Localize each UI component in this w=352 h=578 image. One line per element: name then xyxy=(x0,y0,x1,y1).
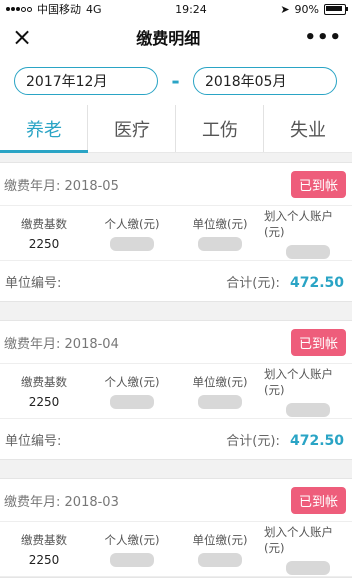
employer-column: 单位缴(元) xyxy=(176,364,264,418)
column-header: 个人缴(元) xyxy=(104,216,160,231)
tab-label: 工伤 xyxy=(202,119,238,141)
tab-pension[interactable]: 养老 xyxy=(0,105,88,153)
signal-icon xyxy=(6,6,32,12)
end-date-picker[interactable]: 2018年05月 xyxy=(193,66,337,95)
status-badge: 已到帐 xyxy=(290,486,346,514)
record-month: 缴费年月: 2018-05 xyxy=(4,175,119,194)
status-right: ➤ 90% xyxy=(280,2,348,16)
record-footer: 单位编号: 合计(元): 472.50 xyxy=(0,261,352,301)
total-value: 472.50 xyxy=(289,274,344,291)
account-column: 划入个人账户(元) xyxy=(264,522,352,576)
month-value: 2018-04 xyxy=(64,336,119,352)
record-total: 合计(元): 472.50 xyxy=(226,272,344,291)
unit-number-label: 单位编号: xyxy=(5,433,62,449)
record-header: 缴费年月: 2018-05 已到帐 xyxy=(0,163,352,206)
carrier: 中国移动 xyxy=(37,3,81,16)
record-header: 缴费年月: 2018-03 已到帐 xyxy=(0,479,352,522)
redacted-value xyxy=(110,394,154,409)
column-header: 缴费基数 xyxy=(21,374,67,389)
month-value: 2018-05 xyxy=(64,178,119,194)
employer-column: 单位缴(元) xyxy=(176,522,264,576)
record-month: 缴费年月: 2018-04 xyxy=(4,333,119,352)
column-header: 单位缴(元) xyxy=(192,374,248,389)
personal-column: 个人缴(元) xyxy=(88,364,176,418)
record-month: 缴费年月: 2018-03 xyxy=(4,491,119,510)
insurance-tabs: 养老 医疗 工伤 失业 xyxy=(0,105,352,153)
location-icon: ➤ xyxy=(280,2,290,16)
date-range-bar: 2017年12月 - 2018年05月 xyxy=(0,56,352,105)
close-icon[interactable]: × xyxy=(12,25,32,49)
total-label: 合计(元): xyxy=(226,275,280,291)
redacted-value xyxy=(198,236,242,251)
record-footer: 单位编号: 合计(元): 472.50 xyxy=(0,419,352,459)
redacted-value xyxy=(286,560,330,575)
tab-unemployment[interactable]: 失业 xyxy=(264,105,352,152)
personal-column: 个人缴(元) xyxy=(88,206,176,260)
redacted-value xyxy=(198,552,242,567)
record-card[interactable]: 缴费年月: 2018-05 已到帐 缴费基数 2250 个人缴(元) 单位缴(元… xyxy=(0,162,352,302)
record-details: 缴费基数 2250 个人缴(元) 单位缴(元) 划入个人账户(元) xyxy=(0,364,352,419)
base-column: 缴费基数 2250 xyxy=(0,364,88,418)
record-card[interactable]: 缴费年月: 2018-03 已到帐 缴费基数 2250 个人缴(元) 单位缴(元… xyxy=(0,478,352,578)
status-badge: 已到帐 xyxy=(290,328,346,356)
base-value: 2250 xyxy=(28,552,60,567)
base-column: 缴费基数 2250 xyxy=(0,206,88,260)
redacted-value xyxy=(286,402,330,417)
base-column: 缴费基数 2250 xyxy=(0,522,88,576)
start-date-picker[interactable]: 2017年12月 xyxy=(14,66,158,95)
status-badge: 已到帐 xyxy=(290,170,346,198)
status-bar: 中国移动 4G 19:24 ➤ 90% xyxy=(0,0,352,18)
month-label: 缴费年月: xyxy=(4,178,61,194)
redacted-value xyxy=(110,552,154,567)
column-header: 个人缴(元) xyxy=(104,532,160,547)
unit-number-label: 单位编号: xyxy=(5,275,62,291)
record-card[interactable]: 缴费年月: 2018-04 已到帐 缴费基数 2250 个人缴(元) 单位缴(元… xyxy=(0,320,352,460)
clock: 19:24 xyxy=(175,2,207,16)
record-details: 缴费基数 2250 个人缴(元) 单位缴(元) 划入个人账户(元) xyxy=(0,206,352,261)
total-label: 合计(元): xyxy=(226,433,280,449)
tab-medical[interactable]: 医疗 xyxy=(88,105,176,152)
personal-column: 个人缴(元) xyxy=(88,522,176,576)
redacted-value xyxy=(286,244,330,259)
redacted-value xyxy=(198,394,242,409)
record-total: 合计(元): 472.50 xyxy=(226,430,344,449)
tab-label: 失业 xyxy=(290,119,326,141)
employer-column: 单位缴(元) xyxy=(176,206,264,260)
tab-label: 养老 xyxy=(26,119,62,141)
tab-work-injury[interactable]: 工伤 xyxy=(176,105,264,152)
network-type: 4G xyxy=(86,2,102,16)
redacted-value xyxy=(110,236,154,251)
base-value: 2250 xyxy=(28,394,60,409)
base-value: 2250 xyxy=(28,236,60,251)
column-header: 划入个人账户(元) xyxy=(264,366,333,397)
record-list: 缴费年月: 2018-05 已到帐 缴费基数 2250 个人缴(元) 单位缴(元… xyxy=(0,153,352,578)
account-column: 划入个人账户(元) xyxy=(264,206,352,260)
tab-label: 医疗 xyxy=(114,119,150,141)
battery-percent: 90% xyxy=(294,2,319,16)
month-value: 2018-03 xyxy=(64,494,119,510)
month-label: 缴费年月: xyxy=(4,336,61,352)
column-header: 单位缴(元) xyxy=(192,532,248,547)
record-header: 缴费年月: 2018-04 已到帐 xyxy=(0,321,352,364)
column-header: 缴费基数 xyxy=(21,216,67,231)
more-icon[interactable]: ••• xyxy=(304,27,342,48)
column-header: 划入个人账户(元) xyxy=(264,524,333,555)
column-header: 个人缴(元) xyxy=(104,374,160,389)
total-value: 472.50 xyxy=(289,432,344,449)
nav-bar: × 缴费明细 ••• xyxy=(0,18,352,56)
column-header: 缴费基数 xyxy=(21,532,67,547)
date-separator: - xyxy=(171,68,180,93)
page-title: 缴费明细 xyxy=(136,29,201,48)
status-left: 中国移动 4G xyxy=(6,1,102,17)
month-label: 缴费年月: xyxy=(4,494,61,510)
battery-icon xyxy=(324,3,348,15)
account-column: 划入个人账户(元) xyxy=(264,364,352,418)
column-header: 单位缴(元) xyxy=(192,216,248,231)
column-header: 划入个人账户(元) xyxy=(264,208,333,239)
